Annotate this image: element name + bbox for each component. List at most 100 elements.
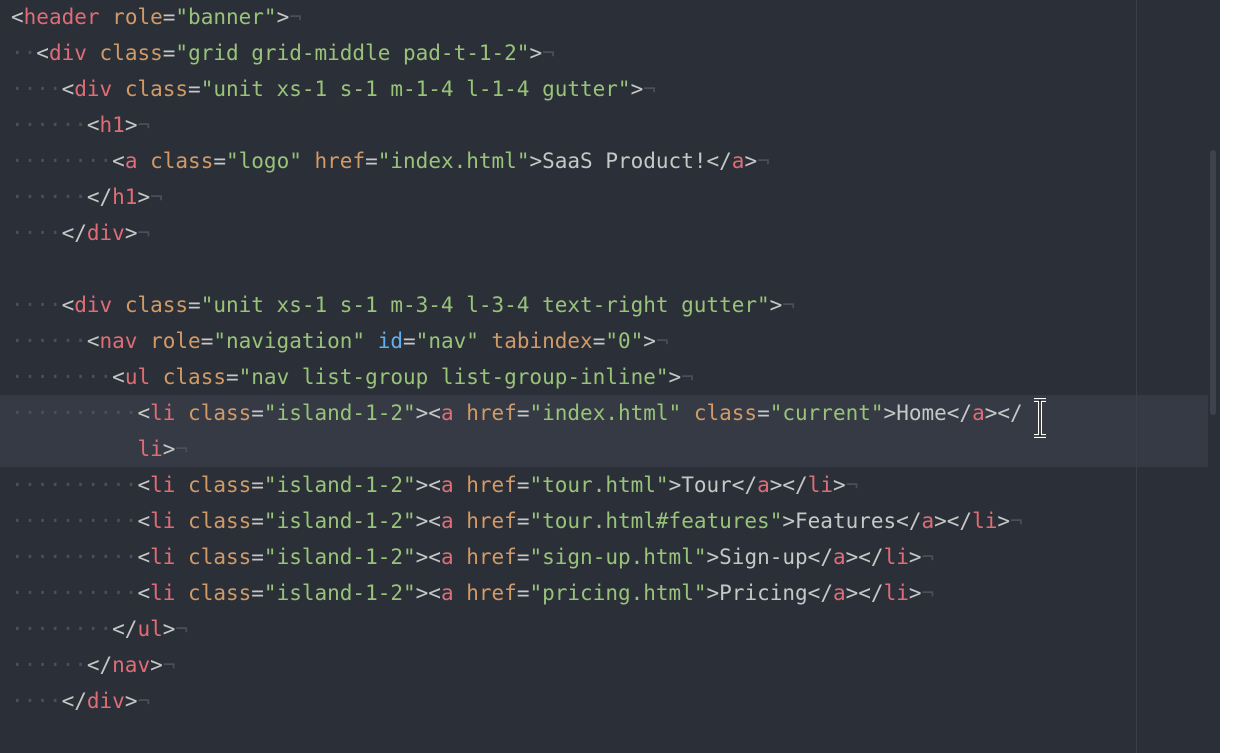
token-tag: li	[972, 509, 998, 533]
code-line[interactable]: ······</h1>¬	[11, 179, 163, 215]
code-line[interactable]: ··········<li class="island-1-2"><a href…	[11, 467, 858, 503]
token-attr: class	[124, 77, 189, 101]
token-attr: class	[162, 365, 226, 389]
token-pun: >	[668, 365, 682, 389]
code-line[interactable]: ······</nav>¬	[11, 647, 175, 683]
indent-guide: ······	[11, 185, 87, 209]
code-line[interactable]: ········</ul>¬	[11, 611, 188, 647]
token-str: "index.html"	[529, 401, 682, 425]
token-tag: li	[883, 545, 909, 569]
code-line[interactable]: ········<ul class="nav list-group list-g…	[11, 359, 694, 395]
code-line[interactable]: ··········<li class="island-1-2"><a href…	[11, 503, 1023, 539]
token-attr: class	[124, 293, 189, 317]
token-pun: ></	[984, 401, 1023, 425]
code-line[interactable]: ····<div class="unit xs-1 s-1 m-3-4 l-3-…	[11, 287, 795, 323]
token-pun: >	[706, 545, 720, 569]
token-pun: ></	[845, 545, 884, 569]
code-line[interactable]: ··········<li class="island-1-2"><a href…	[11, 539, 934, 575]
token-pun: <	[86, 329, 100, 353]
token-txt: Sign-up	[719, 545, 808, 569]
code-line[interactable]: ····</div>¬	[11, 683, 150, 719]
token-attr: href	[314, 149, 366, 173]
eol-marker: ¬	[137, 689, 151, 713]
token-pun: </	[86, 653, 113, 677]
token-txt: Features	[795, 509, 897, 533]
token-pun: ><	[415, 545, 441, 569]
indent-guide: ········	[11, 149, 113, 173]
token-pun: </	[946, 401, 973, 425]
token-str: "island-1-2"	[263, 473, 416, 497]
token-pun: </	[61, 221, 87, 245]
code-line[interactable]: li>¬	[11, 431, 188, 467]
token-pun: =	[213, 149, 226, 173]
token-str: "nav"	[415, 329, 479, 353]
token-pun: >	[883, 401, 897, 425]
token-str: "island-1-2"	[263, 509, 416, 533]
token-pun: >	[643, 329, 656, 353]
token-pun: >	[908, 545, 922, 569]
eol-marker: ¬	[681, 365, 694, 389]
code-editor[interactable]: <header role="banner">¬ ··<div class="gri…	[0, 0, 1220, 753]
code-line[interactable]: ··········<li class="island-1-2"><a href…	[11, 575, 934, 611]
token-pun: >	[769, 293, 783, 317]
eol-marker: ¬	[655, 329, 669, 353]
token-str: "navigation"	[213, 329, 366, 353]
token-tag: a	[921, 509, 935, 533]
token-attr: class	[188, 581, 252, 605]
eol-marker: ¬	[175, 437, 189, 461]
indent-guide: ··········	[11, 545, 138, 569]
token-attr: class	[188, 473, 252, 497]
eol-marker: ¬	[542, 41, 555, 65]
token-tag: li	[150, 401, 176, 425]
indent-guide: ········	[11, 365, 113, 389]
token-pun: =	[516, 545, 530, 569]
token-tag: a	[440, 545, 454, 569]
token-pun: =	[516, 509, 530, 533]
token-tag: li	[150, 581, 176, 605]
token-tag: ul	[124, 365, 151, 389]
token-attr-id: id	[377, 329, 404, 353]
token-attr: href	[466, 401, 517, 425]
token-pun: >	[150, 653, 163, 677]
token-pun: </	[86, 185, 113, 209]
token-pun: >	[162, 437, 176, 461]
token-pun: ><	[415, 509, 441, 533]
code-line[interactable]: <header role="banner">¬	[11, 0, 302, 35]
code-line[interactable]: ··········<li class="island-1-2"><a href…	[11, 395, 1023, 431]
token-str: "sign-up.html"	[529, 545, 707, 569]
indent-guide: ··········	[11, 473, 138, 497]
token-pun: ></	[845, 581, 884, 605]
token-pun: >	[529, 149, 543, 173]
code-line[interactable]: ····</div>¬	[11, 215, 150, 251]
indent-guide: ······	[11, 329, 87, 353]
eol-marker: ¬	[137, 221, 151, 245]
token-tag: div	[74, 293, 113, 317]
code-line[interactable]: ····<div class="unit xs-1 s-1 m-1-4 l-1-…	[11, 71, 656, 107]
token-tag: a	[440, 473, 454, 497]
vertical-scrollbar[interactable]	[1210, 150, 1216, 415]
token-tag: a	[440, 509, 454, 533]
token-pun: ><	[415, 401, 441, 425]
token-pun: =	[188, 293, 201, 317]
code-line[interactable]: ······<h1>¬	[11, 107, 150, 143]
token-str: "logo"	[226, 149, 302, 173]
token-pun: </	[807, 545, 833, 569]
code-line[interactable]: ······<nav role="navigation" id="nav" ta…	[11, 323, 669, 359]
token-attr: href	[466, 509, 517, 533]
code-line[interactable]: ··<div class="grid grid-middle pad-t-1-2…	[11, 35, 555, 71]
token-str: "tour.html"	[529, 473, 669, 497]
token-pun: <	[137, 509, 151, 533]
eol-marker: ¬	[137, 113, 151, 137]
eol-marker: ¬	[782, 293, 795, 317]
eol-marker: ¬	[289, 5, 302, 29]
code-line[interactable]: ········<a class="logo" href="index.html…	[11, 143, 770, 179]
